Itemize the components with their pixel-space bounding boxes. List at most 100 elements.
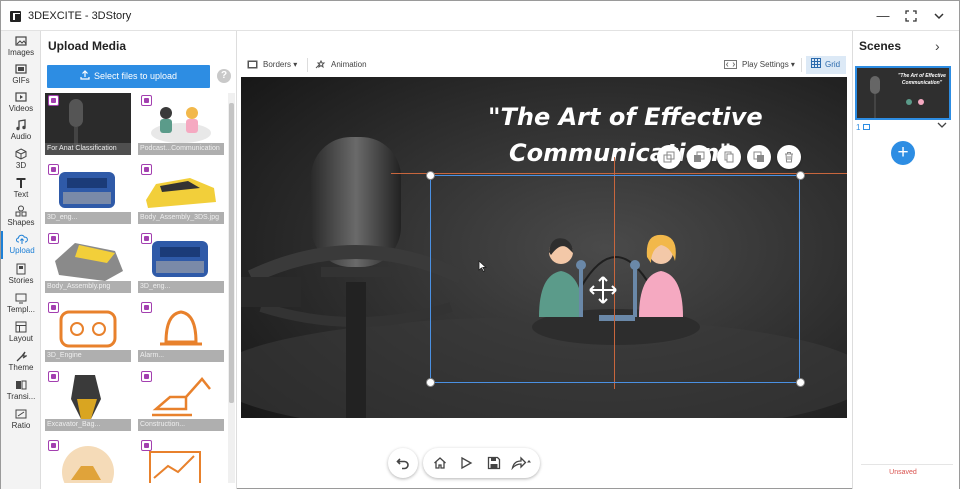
rail-item-templates[interactable]: Templ...	[1, 290, 41, 318]
media-caption: 3D_eng...	[45, 212, 131, 224]
rail-item-text[interactable]: Text	[1, 175, 41, 203]
media-caption: Construction...	[138, 419, 224, 431]
select-files-button[interactable]: Select files to upload	[47, 65, 210, 88]
move-icon[interactable]	[588, 275, 618, 305]
rail-label: Theme	[8, 363, 34, 372]
animation-button[interactable]: Animation	[315, 57, 367, 73]
rail-item-upload[interactable]: Upload	[1, 231, 41, 259]
delete-button[interactable]	[777, 145, 801, 169]
image-icon	[15, 36, 27, 46]
play-icon[interactable]	[459, 456, 473, 470]
duplicate-button[interactable]	[657, 145, 681, 169]
music-note-icon	[16, 119, 26, 131]
rail-item-3d[interactable]: 3D	[1, 146, 41, 174]
rail-label: Layout	[8, 334, 34, 343]
rail-item-images[interactable]: Images	[1, 33, 41, 61]
grid-icon	[811, 58, 821, 68]
image-badge-icon	[48, 233, 59, 244]
copy-icon	[724, 151, 734, 163]
layout-icon	[15, 321, 27, 333]
status-divider	[861, 464, 953, 465]
image-badge-icon	[141, 164, 152, 175]
rail-label: Stories	[8, 276, 34, 285]
media-item[interactable]: Podcast...Communication	[138, 93, 224, 155]
rail-item-stories[interactable]: Stories	[1, 261, 41, 289]
cube-icon	[15, 148, 27, 160]
media-item[interactable]	[45, 438, 131, 483]
media-caption: Podcast...Communication	[138, 143, 224, 155]
resize-handle-bottom-left[interactable]	[426, 378, 435, 387]
app-window: 3DEXCITE - 3DStory — Images GIFs Videos …	[0, 0, 960, 489]
slide-canvas[interactable]: "The Art of Effective Communication"	[241, 77, 847, 418]
scene-thumb-title: "The Art of Effective	[898, 73, 946, 79]
upload-cloud-icon	[16, 234, 28, 244]
copy-button[interactable]	[717, 145, 741, 169]
add-scene-button[interactable]: +	[891, 141, 915, 165]
help-icon[interactable]: ?	[217, 69, 231, 83]
send-backward-button[interactable]	[747, 145, 771, 169]
scenes-title: Scenes	[859, 39, 902, 53]
undo-button[interactable]	[388, 448, 418, 478]
scene-thumbnail[interactable]: "The Art of Effective Communication"	[855, 66, 951, 120]
media-item[interactable]: Alarm...	[138, 300, 224, 362]
media-scrollbar[interactable]	[228, 93, 235, 483]
rail-item-gifs[interactable]: GIFs	[1, 61, 41, 89]
scroll-thumb[interactable]	[229, 103, 234, 403]
rail-label: Upload	[9, 246, 35, 255]
image-badge-icon	[48, 95, 59, 106]
grid-toggle[interactable]: Grid	[806, 56, 846, 74]
share-icon[interactable]	[511, 456, 531, 470]
media-item[interactable]: Excavator_Bag...	[45, 369, 131, 431]
rail-item-audio[interactable]: Audio	[1, 117, 41, 145]
select-files-label: Select files to upload	[93, 71, 178, 81]
image-badge-icon	[141, 440, 152, 451]
transition-icon	[16, 380, 27, 390]
playback-controls	[423, 448, 540, 478]
borders-dropdown[interactable]: Borders ▾	[247, 57, 297, 73]
rail-item-transitions[interactable]: Transi...	[1, 377, 41, 405]
rail-item-theme[interactable]: Theme	[1, 348, 41, 376]
media-item[interactable]	[138, 438, 224, 483]
media-item[interactable]: Body_Assembly_3DS.jpg	[138, 162, 224, 224]
resize-handle-bottom-right[interactable]	[796, 378, 805, 387]
image-badge-icon	[48, 371, 59, 382]
chevron-down-icon[interactable]	[930, 7, 948, 25]
upload-icon	[80, 70, 90, 80]
toolbar-divider	[307, 58, 308, 72]
bring-forward-button[interactable]	[687, 145, 711, 169]
media-item[interactable]: 3D_eng...	[138, 231, 224, 293]
rail-item-videos[interactable]: Videos	[1, 89, 41, 117]
resize-handle-top-right[interactable]	[796, 171, 805, 180]
minimize-icon[interactable]: —	[874, 7, 892, 25]
image-badge-icon	[48, 302, 59, 313]
media-caption: 3D_eng...	[138, 281, 224, 293]
media-item[interactable]: 3D_Engine	[45, 300, 131, 362]
rail-label: Text	[13, 190, 29, 199]
media-item[interactable]: Body_Assembly.png	[45, 231, 131, 293]
media-caption: For Anat Classification	[45, 143, 131, 155]
rail-label: Images	[7, 48, 35, 57]
text-icon	[16, 178, 26, 188]
trash-icon	[785, 152, 793, 163]
image-badge-icon	[141, 371, 152, 382]
slide-title-line1[interactable]: "The Art of Effective	[488, 103, 763, 131]
rail-item-ratio[interactable]: Ratio	[1, 406, 41, 434]
save-icon[interactable]	[487, 456, 501, 470]
rail-item-layout[interactable]: Layout	[1, 319, 41, 347]
rail-item-shapes[interactable]: Shapes	[1, 203, 41, 231]
resize-handle-top-left[interactable]	[426, 171, 435, 180]
scene-number-value: 1	[856, 123, 861, 132]
media-item[interactable]: For Anat Classification	[45, 93, 131, 155]
chevron-right-icon[interactable]: ›	[935, 38, 940, 54]
fullscreen-icon[interactable]	[902, 7, 920, 25]
rail-label: GIFs	[12, 76, 30, 85]
play-settings-dropdown[interactable]: Play Settings ▾	[724, 57, 795, 73]
media-item[interactable]: Construction...	[138, 369, 224, 431]
scene-image-icon	[862, 124, 870, 130]
chevron-down-icon[interactable]	[937, 121, 947, 131]
home-icon[interactable]	[433, 456, 447, 470]
media-item[interactable]: 3D_eng...	[45, 162, 131, 224]
image-badge-icon	[141, 302, 152, 313]
toolbar-divider	[801, 58, 802, 72]
image-badge-icon	[141, 233, 152, 244]
